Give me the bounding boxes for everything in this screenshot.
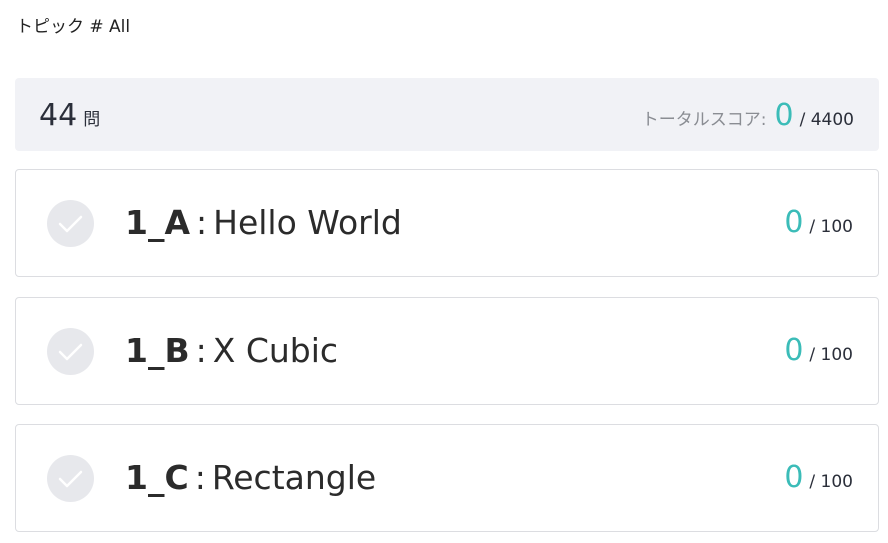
problem-title[interactable]: 1_A: Hello World [125,203,402,242]
problem-score-max: / 100 [809,217,853,237]
problem-count-unit: 問 [83,110,101,130]
total-score-max: / 4400 [799,110,854,130]
problem-score-value: 0 [784,333,804,368]
problem-separator: : [195,331,207,370]
problem-id: 1_B [125,331,190,370]
check-icon [47,200,94,247]
problem-separator: : [194,458,206,497]
problem-card-1-c[interactable]: 1_C: Rectangle 0/ 100 [15,424,879,532]
problem-score: 0/ 100 [784,333,853,368]
topic-heading: トピック # All [16,17,131,37]
total-score-value: 0 [774,98,794,133]
problem-score: 0/ 100 [784,205,853,240]
problem-score-value: 0 [784,460,804,495]
problem-card-1-a[interactable]: 1_A: Hello World 0/ 100 [15,169,879,277]
problem-id: 1_C [125,458,189,497]
total-score: トータルスコア: 0/ 4400 [642,98,854,133]
problem-count-number: 44 [39,98,78,133]
problem-title[interactable]: 1_C: Rectangle [125,458,376,497]
problem-card-1-b[interactable]: 1_B: X Cubic 0/ 100 [15,297,879,405]
problem-title[interactable]: 1_B: X Cubic [125,331,338,370]
problem-score-value: 0 [784,205,804,240]
problem-separator: : [196,203,208,242]
check-icon [47,328,94,375]
check-icon [47,455,94,502]
problem-score-max: / 100 [809,472,853,492]
problem-score: 0/ 100 [784,460,853,495]
total-score-label: トータルスコア: [641,110,767,130]
problem-score-max: / 100 [809,345,853,365]
summary-bar: 44 問 トータルスコア: 0/ 4400 [15,78,879,151]
problem-name: Hello World [213,203,402,242]
problem-name: X Cubic [212,331,339,370]
problem-name: Rectangle [211,458,377,497]
problem-id: 1_A [125,203,191,242]
problem-count: 44 問 [39,98,100,133]
